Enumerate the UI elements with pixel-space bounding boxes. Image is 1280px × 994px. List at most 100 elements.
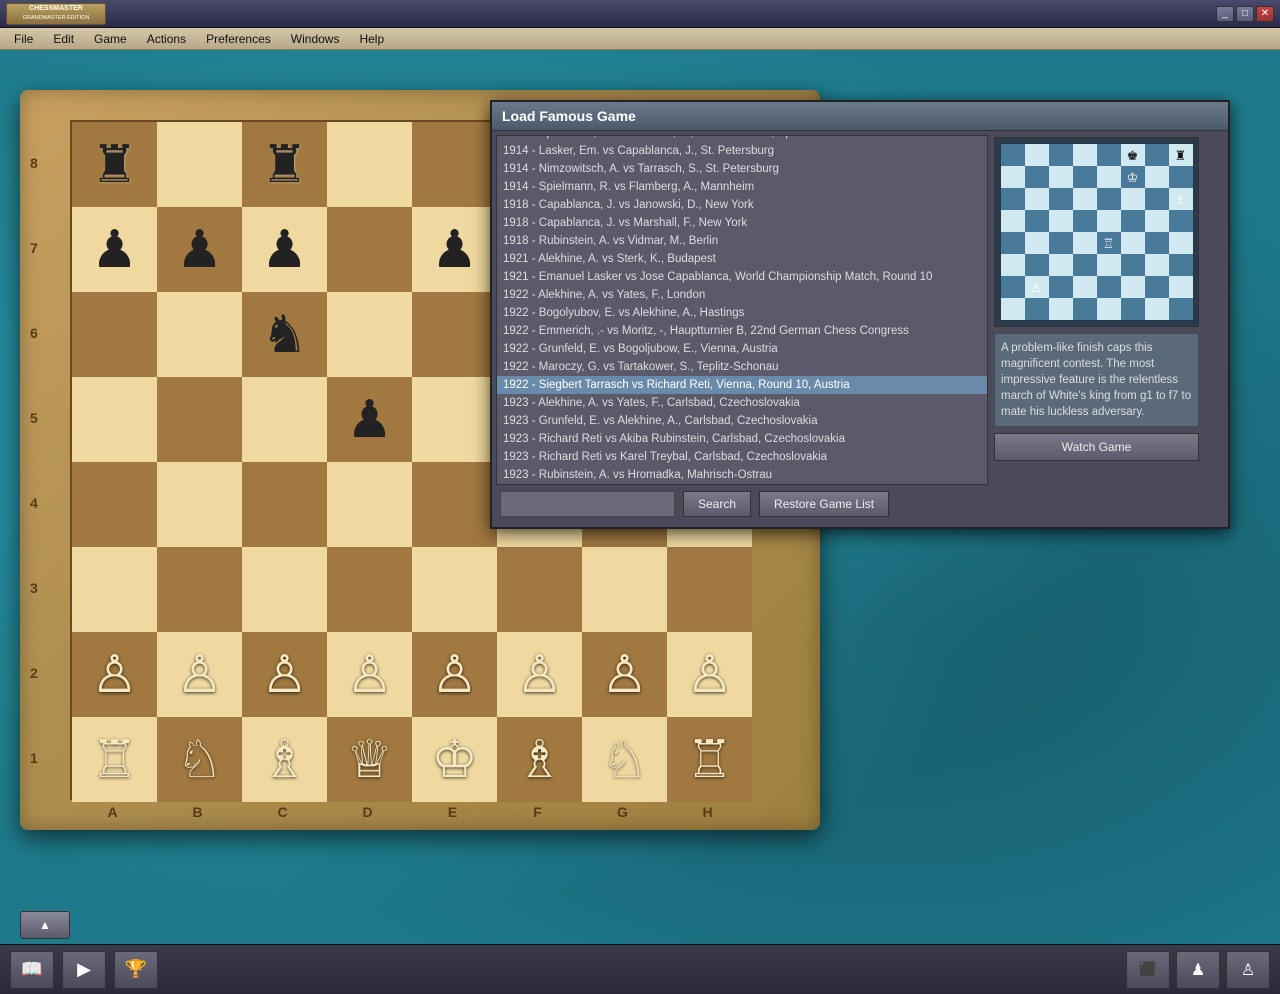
square-a4[interactable] [72,462,157,547]
mb-c7 [1049,166,1073,188]
menu-preferences[interactable]: Preferences [196,30,281,48]
mb-b7 [1025,166,1049,188]
watch-game-button[interactable]: Watch Game [994,433,1199,461]
menu-file[interactable]: File [4,30,43,48]
mb-g1 [1145,298,1169,320]
square-h3[interactable] [667,547,752,632]
square-e2[interactable]: ♙ [412,632,497,717]
square-e4[interactable] [412,462,497,547]
game-list-item[interactable]: 1914 - Spielmann, R. vs Flamberg, A., Ma… [497,178,987,196]
file-a: A [70,804,155,820]
square-a5[interactable] [72,377,157,462]
square-b1[interactable]: ♘ [157,717,242,802]
game-list-item[interactable]: 1922 - Grunfeld, E. vs Bogoljubow, E., V… [497,340,987,358]
square-d3[interactable] [327,547,412,632]
square-d2[interactable]: ♙ [327,632,412,717]
game-list-item[interactable]: 1914 - Nimzowitsch, A. vs Tarrasch, S., … [497,160,987,178]
mb-d1 [1073,298,1097,320]
square-c6[interactable]: ♞ [242,292,327,377]
square-a2[interactable]: ♙ [72,632,157,717]
piece-settings-button[interactable]: ♟ [1176,951,1220,989]
game-list-item[interactable]: 1923 - Rubinstein, A. vs Hromadka, Mahri… [497,466,987,484]
game-list-item[interactable]: 1922 - Alekhine, A. vs Yates, F., London [497,286,987,304]
square-h1[interactable]: ♖ [667,717,752,802]
square-c1[interactable]: ♗ [242,717,327,802]
book-button[interactable]: 📖 [10,951,54,989]
game-list-item[interactable]: 1918 - Capablanca, J. vs Janowski, D., N… [497,196,987,214]
square-c2[interactable]: ♙ [242,632,327,717]
game-list-item[interactable]: 1912 - Spielmann, R. vs Tarrasch, S., Sa… [497,135,987,142]
game-list-item[interactable]: 1923 - Richard Reti vs Karel Treybal, Ca… [497,448,987,466]
square-e8[interactable] [412,122,497,207]
square-g1[interactable]: ♘ [582,717,667,802]
game-list-item[interactable]: 1923 - Alekhine, A. vs Yates, F., Carlsb… [497,394,987,412]
square-a3[interactable] [72,547,157,632]
menu-actions[interactable]: Actions [137,30,196,48]
search-input[interactable] [500,491,675,517]
game-list-item[interactable]: 1922 - Siegbert Tarrasch vs Richard Reti… [497,376,987,394]
mb-b5 [1025,210,1049,232]
square-c8[interactable]: ♜ [242,122,327,207]
square-b2[interactable]: ♙ [157,632,242,717]
file-d: D [325,804,410,820]
square-e5[interactable] [412,377,497,462]
square-b4[interactable] [157,462,242,547]
player-settings-button[interactable]: ♙ [1226,951,1270,989]
game-list[interactable]: 1912 - Ossip Bernstein vs Akiba Rubinste… [496,135,988,485]
game-list-item[interactable]: 1921 - Emanuel Lasker vs Jose Capablanca… [497,268,987,286]
square-e3[interactable] [412,547,497,632]
square-g2[interactable]: ♙ [582,632,667,717]
game-list-item[interactable]: 1914 - Lasker, Em. vs Capablanca, J., St… [497,142,987,160]
square-h2[interactable]: ♙ [667,632,752,717]
square-e6[interactable] [412,292,497,377]
square-a1[interactable]: ♖ [72,717,157,802]
square-e7[interactable]: ♟ [412,207,497,292]
file-h: H [665,804,750,820]
board-settings-button[interactable]: ⬛ [1126,951,1170,989]
game-list-item[interactable]: 1922 - Bogolyubov, E. vs Alekhine, A., H… [497,304,987,322]
square-f2[interactable]: ♙ [497,632,582,717]
trophy-button[interactable]: 🏆 [114,951,158,989]
close-button[interactable]: ✕ [1256,6,1274,22]
game-list-item[interactable]: 1922 - Maroczy, G. vs Tartakower, S., Te… [497,358,987,376]
search-button[interactable]: Search [683,491,751,517]
square-c3[interactable] [242,547,327,632]
square-g3[interactable] [582,547,667,632]
square-d1[interactable]: ♕ [327,717,412,802]
restore-game-list-button[interactable]: Restore Game List [759,491,889,517]
square-d4[interactable] [327,462,412,547]
scroll-up-button[interactable]: ▲ [20,911,70,939]
square-c5[interactable] [242,377,327,462]
menu-help[interactable]: Help [349,30,394,48]
menu-windows[interactable]: Windows [281,30,350,48]
mb-a6 [1001,188,1025,210]
square-b8[interactable] [157,122,242,207]
game-list-item[interactable]: 1923 - Grunfeld, E. vs Alekhine, A., Car… [497,412,987,430]
game-list-item[interactable]: 1918 - Rubinstein, A. vs Vidmar, M., Ber… [497,232,987,250]
game-list-item[interactable]: 1923 - Richard Reti vs Akiba Rubinstein,… [497,430,987,448]
square-b6[interactable] [157,292,242,377]
game-list-item[interactable]: 1921 - Alekhine, A. vs Sterk, K., Budape… [497,250,987,268]
play-button[interactable]: ▶ [62,951,106,989]
maximize-button[interactable]: □ [1236,6,1254,22]
game-list-item[interactable]: 1922 - Emmerich, .- vs Moritz, -, Hauptt… [497,322,987,340]
menu-edit[interactable]: Edit [43,30,84,48]
square-a8[interactable]: ♜ [72,122,157,207]
menu-game[interactable]: Game [84,30,137,48]
minimize-button[interactable]: _ [1216,6,1234,22]
square-a6[interactable] [72,292,157,377]
square-b3[interactable] [157,547,242,632]
square-b5[interactable] [157,377,242,462]
square-f3[interactable] [497,547,582,632]
square-c4[interactable] [242,462,327,547]
square-d5[interactable]: ♟ [327,377,412,462]
game-list-item[interactable]: 1918 - Capablanca, J. vs Marshall, F., N… [497,214,987,232]
square-d8[interactable] [327,122,412,207]
square-e1[interactable]: ♔ [412,717,497,802]
square-c7[interactable]: ♟ [242,207,327,292]
square-f1[interactable]: ♗ [497,717,582,802]
square-d7[interactable] [327,207,412,292]
square-d6[interactable] [327,292,412,377]
square-b7[interactable]: ♟ [157,207,242,292]
square-a7[interactable]: ♟ [72,207,157,292]
